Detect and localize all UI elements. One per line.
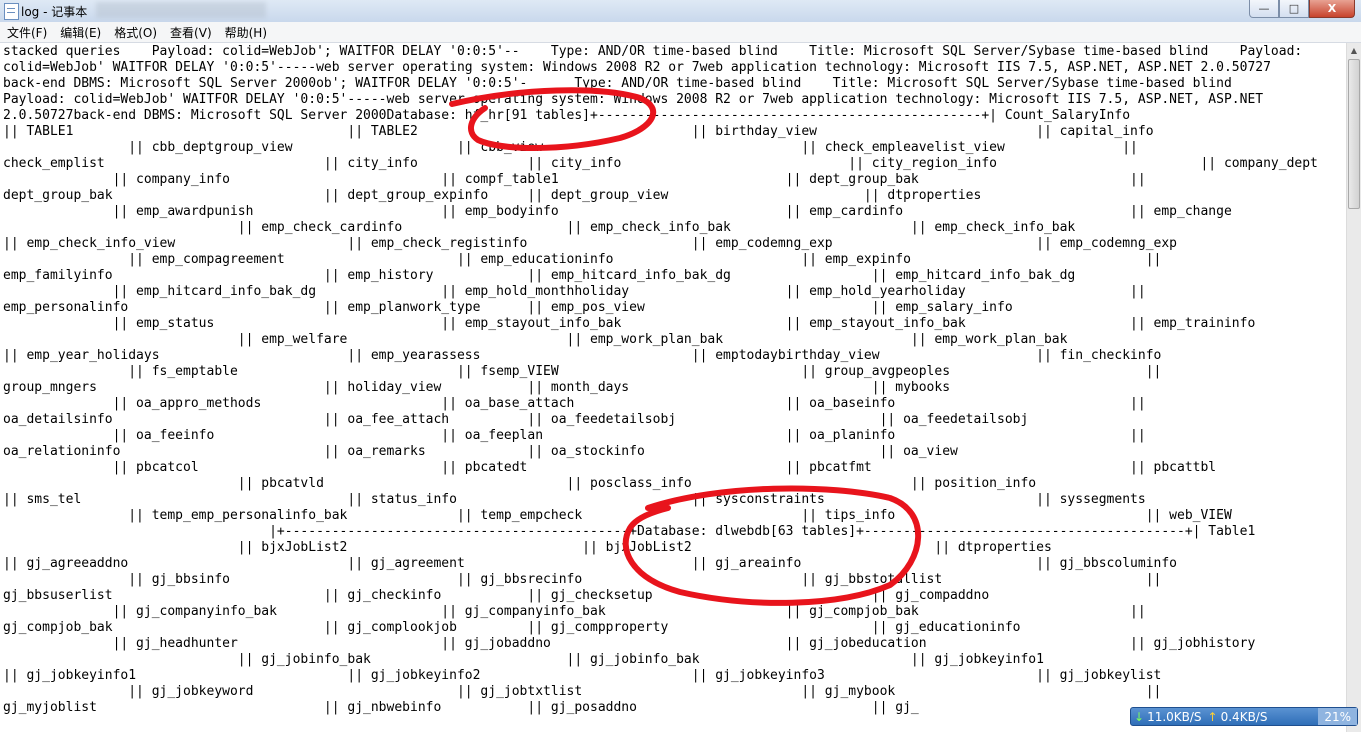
maximize-button[interactable]: □ <box>1279 0 1309 18</box>
scroll-up-arrow-icon[interactable]: ▲ <box>1348 43 1360 57</box>
cpu-usage: 21% <box>1318 708 1357 725</box>
scrollbar-thumb[interactable] <box>1348 59 1360 209</box>
blurred-title-region <box>96 2 266 18</box>
menu-file[interactable]: 文件(F) <box>0 24 53 41</box>
menu-format[interactable]: 格式(O) <box>107 24 163 41</box>
window-controls: — □ X <box>1249 0 1355 18</box>
menu-bar: 文件(F) 编辑(E) 格式(O) 查看(V) 帮助(H) <box>0 22 1361 43</box>
network-speed-widget: ↓ 11.0KB/S ↑ 0.4KB/S 21% <box>1130 707 1358 726</box>
menu-edit[interactable]: 编辑(E) <box>53 24 107 41</box>
close-button[interactable]: X <box>1309 0 1355 18</box>
upload-speed: 0.4KB/S <box>1220 709 1268 724</box>
text-editor[interactable]: stacked queries Payload: colid=WebJob'; … <box>0 43 1347 732</box>
upload-arrow-icon: ↑ <box>1207 709 1218 724</box>
download-speed: 11.0KB/S <box>1147 709 1202 724</box>
notepad-icon <box>4 3 19 20</box>
menu-help[interactable]: 帮助(H) <box>218 24 273 41</box>
minimize-button[interactable]: — <box>1249 0 1279 18</box>
vertical-scrollbar[interactable]: ▲ <box>1346 43 1361 732</box>
download-arrow-icon: ↓ <box>1134 709 1145 724</box>
editor-content[interactable]: stacked queries Payload: colid=WebJob'; … <box>0 43 1347 716</box>
window-title: log - 记事本 <box>21 5 88 19</box>
menu-view[interactable]: 查看(V) <box>163 24 218 41</box>
title-bar: log - 记事本 — □ X <box>0 0 1361 23</box>
